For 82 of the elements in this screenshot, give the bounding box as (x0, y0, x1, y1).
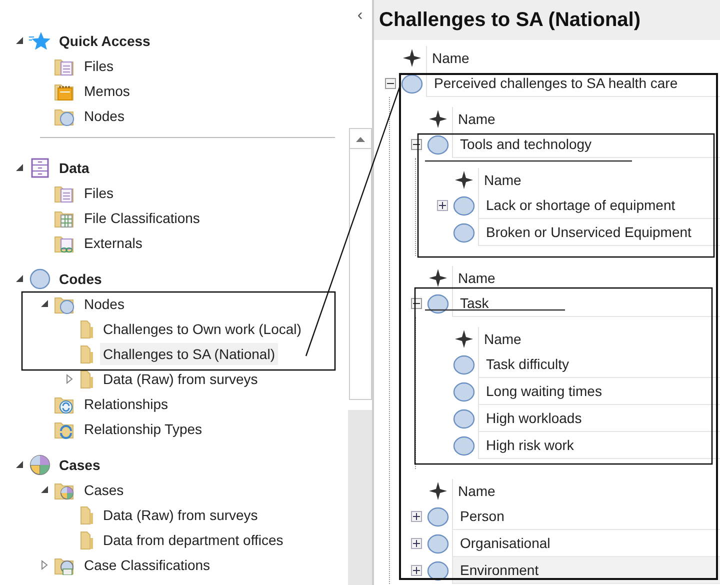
plus-icon (412, 540, 420, 547)
tree-item[interactable]: Data (Raw) from surveys (0, 502, 348, 527)
node-name-cell[interactable]: Perceived challenges to SA health care (427, 70, 720, 97)
node-name-cell[interactable]: High risk work (479, 432, 720, 459)
circle-icon (453, 382, 475, 402)
circle-icon (401, 74, 423, 94)
folder-icon (79, 368, 95, 388)
pane-title: Challenges to SA (National) (374, 0, 720, 40)
pie-icon (29, 454, 51, 476)
star-icon (29, 30, 51, 50)
tree-item[interactable]: Memos (0, 78, 348, 103)
tree-item[interactable]: Challenges to Own work (Local) (0, 316, 348, 341)
column-header[interactable]: Name (453, 266, 496, 290)
tree-item[interactable]: Files (0, 53, 348, 78)
collapse-button[interactable] (410, 139, 422, 150)
node-name-cell[interactable]: Lack or shortage of equipment (479, 192, 720, 219)
circle-icon (453, 196, 475, 216)
column-header[interactable]: Name (479, 327, 522, 351)
node-name-cell[interactable]: Task (453, 290, 720, 317)
circle-icon (427, 560, 449, 580)
node-name-cell[interactable]: High workloads (479, 405, 720, 432)
tree-item[interactable]: Relationship Types (0, 416, 348, 441)
tree-item[interactable]: Data (0, 155, 348, 180)
circle-icon (29, 268, 51, 290)
tree-item[interactable]: Data (Raw) from surveys (0, 366, 348, 391)
node-name-cell[interactable]: Person (453, 503, 720, 530)
circle-icon (453, 354, 475, 374)
tree-item[interactable]: Codes (0, 266, 348, 291)
tree-item[interactable]: Externals (0, 230, 348, 255)
circle-icon (453, 436, 475, 456)
node-name-cell[interactable]: Tools and technology (453, 131, 720, 158)
tree-item[interactable]: Files (0, 180, 348, 205)
up-arrow-icon (356, 136, 364, 142)
minus-icon (412, 300, 420, 307)
tree-item[interactable]: File Classifications (0, 205, 348, 230)
sparkle-icon (429, 269, 447, 287)
expand-button[interactable] (410, 565, 422, 576)
expand-button[interactable] (410, 511, 422, 522)
sparkle-icon (429, 482, 447, 500)
collapse-button[interactable]: ‹ (357, 8, 363, 24)
scrollbar[interactable] (348, 128, 372, 400)
node-name-cell[interactable]: Long waiting times (479, 378, 720, 405)
plus-icon (412, 513, 420, 520)
tree-item[interactable]: Relationships (0, 391, 348, 416)
collapse-button[interactable] (384, 78, 396, 89)
expand-button[interactable] (436, 200, 448, 211)
tree-item[interactable]: Challenges to SA (National) (0, 341, 348, 366)
plus-icon (412, 567, 420, 574)
column-header[interactable]: Name (479, 168, 522, 192)
node-name-cell[interactable]: Task difficulty (479, 351, 720, 378)
minus-icon (386, 80, 394, 87)
sparkle-icon (429, 110, 447, 128)
tree-item[interactable]: Data from department offices (0, 527, 348, 552)
tree-item[interactable]: Nodes (0, 291, 348, 316)
collapse-button[interactable] (410, 298, 422, 309)
folder-icon (79, 318, 95, 338)
sparkle-icon (403, 49, 421, 67)
tree-item[interactable]: Case Classifications (0, 552, 348, 577)
column-header[interactable]: Name (427, 46, 470, 70)
expand-button[interactable] (410, 538, 422, 549)
tree-item[interactable]: Quick Access (0, 28, 348, 53)
folder-icon (79, 344, 95, 364)
folder-icon (79, 530, 95, 550)
cabinet-icon (29, 158, 51, 178)
sparkle-icon (455, 330, 473, 348)
circle-icon (453, 408, 475, 428)
folder-icon (79, 504, 95, 524)
plus-icon (438, 202, 446, 209)
circle-icon (427, 506, 449, 526)
tree-item[interactable]: Cases (0, 452, 348, 477)
tree-item[interactable]: Cases (0, 477, 348, 502)
circle-icon (427, 134, 449, 154)
circle-icon (427, 534, 449, 554)
circle-icon (427, 294, 449, 314)
node-name-cell[interactable]: Broken or Unserviced Equipment (479, 219, 720, 246)
node-name-cell[interactable]: Environment (453, 557, 720, 584)
column-header[interactable]: Name (453, 107, 496, 131)
minus-icon (412, 141, 420, 148)
tree-item[interactable]: Nodes (0, 103, 348, 128)
sparkle-icon (455, 171, 473, 189)
column-header[interactable]: Name (453, 479, 496, 503)
circle-icon (453, 222, 475, 242)
